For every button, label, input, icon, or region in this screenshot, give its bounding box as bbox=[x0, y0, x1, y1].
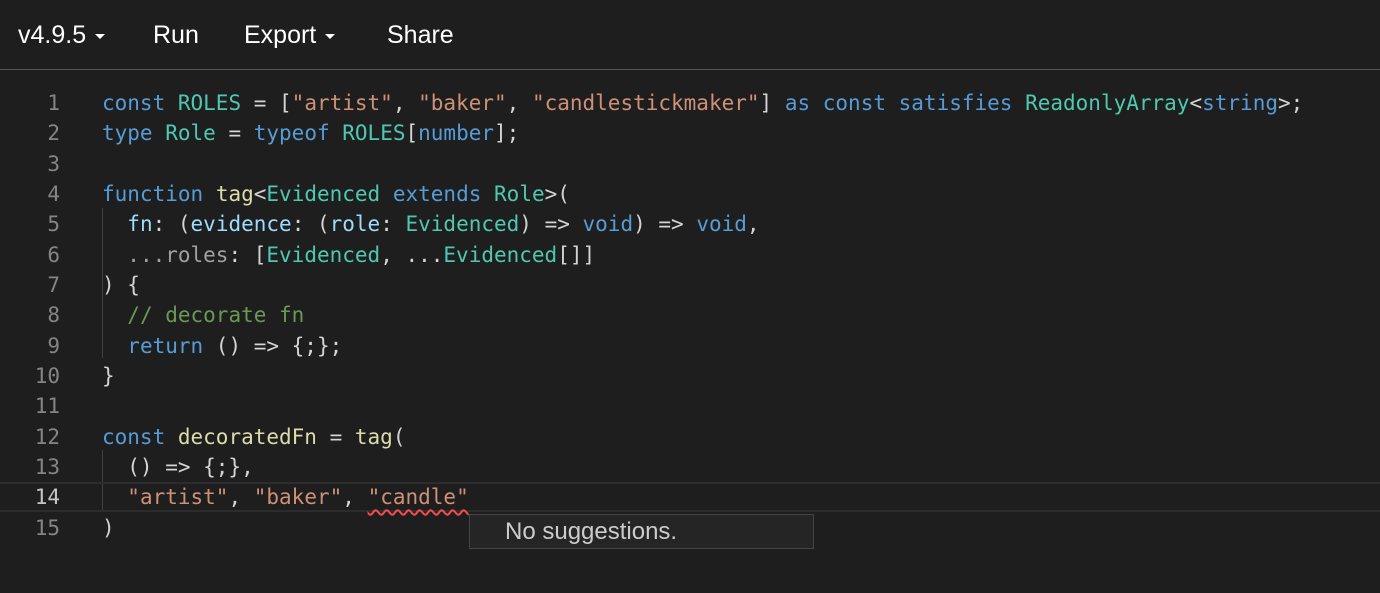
line-code: "artist", "baker", "candle" bbox=[127, 485, 469, 509]
code-line[interactable]: 9 return () => {;}; bbox=[0, 331, 1380, 361]
share-label: Share bbox=[387, 20, 454, 49]
chevron-down-icon bbox=[95, 34, 106, 39]
line-code: const decoratedFn = tag( bbox=[102, 425, 406, 449]
line-number: 1 bbox=[47, 91, 60, 115]
code-line[interactable]: 8 // decorate fn bbox=[0, 300, 1380, 330]
code-line[interactable]: 7 ) { bbox=[0, 270, 1380, 300]
line-code: ...roles: [Evidenced, ...Evidenced[]] bbox=[127, 243, 596, 267]
code-line[interactable]: 4 function tag<Evidenced extends Role>( bbox=[0, 179, 1380, 209]
line-number: 15 bbox=[34, 516, 60, 540]
share-button[interactable]: Share bbox=[387, 0, 454, 70]
error-squiggle: "candle" bbox=[367, 485, 469, 509]
suggest-message: No suggestions. bbox=[505, 518, 678, 545]
line-code: const ROLES = ["artist", "baker", "candl… bbox=[102, 91, 1304, 115]
code-line[interactable]: 6 ...roles: [Evidenced, ...Evidenced[]] bbox=[0, 240, 1380, 270]
line-code: ) bbox=[102, 516, 115, 540]
line-code: } bbox=[102, 364, 115, 388]
line-number: 9 bbox=[47, 334, 60, 358]
code-line[interactable]: 3 bbox=[0, 149, 1380, 179]
suggest-widget: No suggestions. bbox=[469, 514, 814, 549]
code-line-current[interactable]: 14 "artist", "baker", "candle" bbox=[0, 482, 1380, 512]
code-line[interactable]: 1 const ROLES = ["artist", "baker", "can… bbox=[0, 88, 1380, 118]
run-label: Run bbox=[153, 20, 199, 49]
line-number: 6 bbox=[47, 243, 60, 267]
run-button[interactable]: Run bbox=[153, 0, 199, 70]
line-number: 13 bbox=[34, 455, 60, 479]
code-line[interactable]: 2 type Role = typeof ROLES[number]; bbox=[0, 118, 1380, 148]
line-code: fn: (evidence: (role: Evidenced) => void… bbox=[127, 212, 760, 236]
line-number: 10 bbox=[34, 364, 60, 388]
version-label: v4.9.5 bbox=[18, 20, 87, 49]
line-code: // decorate fn bbox=[127, 303, 305, 327]
line-code: function tag<Evidenced extends Role>( bbox=[102, 182, 570, 206]
line-number: 14 bbox=[34, 485, 60, 509]
code-line[interactable]: 11 bbox=[0, 391, 1380, 421]
export-dropdown[interactable]: Export bbox=[244, 0, 336, 70]
line-code: type Role = typeof ROLES[number]; bbox=[102, 121, 520, 145]
line-number: 3 bbox=[47, 152, 60, 176]
code-line[interactable]: 12 const decoratedFn = tag( bbox=[0, 422, 1380, 452]
line-code: return () => {;}; bbox=[127, 334, 343, 358]
line-number: 4 bbox=[47, 182, 60, 206]
toolbar: v4.9.5 Run Export Share bbox=[0, 0, 1380, 70]
chevron-down-icon bbox=[325, 34, 336, 39]
line-number: 8 bbox=[47, 303, 60, 327]
line-code: () => {;}, bbox=[102, 455, 254, 479]
code-line[interactable]: 13 () => {;}, bbox=[0, 452, 1380, 482]
code-line[interactable]: 5 fn: (evidence: (role: Evidenced) => vo… bbox=[0, 209, 1380, 239]
line-number: 5 bbox=[47, 212, 60, 236]
code-line[interactable]: 10 } bbox=[0, 361, 1380, 391]
line-code: ) { bbox=[102, 273, 140, 297]
line-number: 11 bbox=[34, 394, 60, 418]
version-dropdown[interactable]: v4.9.5 bbox=[18, 0, 106, 70]
line-number: 7 bbox=[47, 273, 60, 297]
line-number: 12 bbox=[34, 425, 60, 449]
line-number: 2 bbox=[47, 121, 60, 145]
export-label: Export bbox=[244, 20, 317, 49]
